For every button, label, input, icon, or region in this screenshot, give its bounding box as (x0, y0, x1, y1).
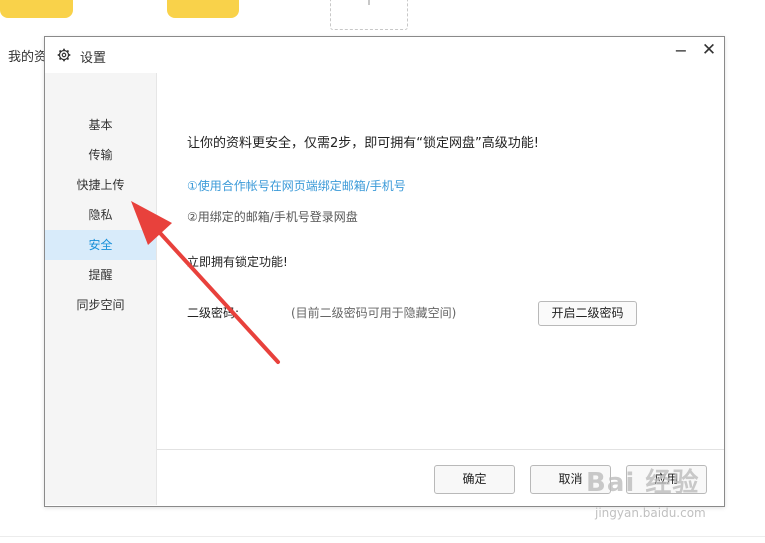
baidu-watermark: Bai 经验 (586, 468, 700, 498)
watermark-url: jingyan.baidu.com (595, 506, 706, 520)
